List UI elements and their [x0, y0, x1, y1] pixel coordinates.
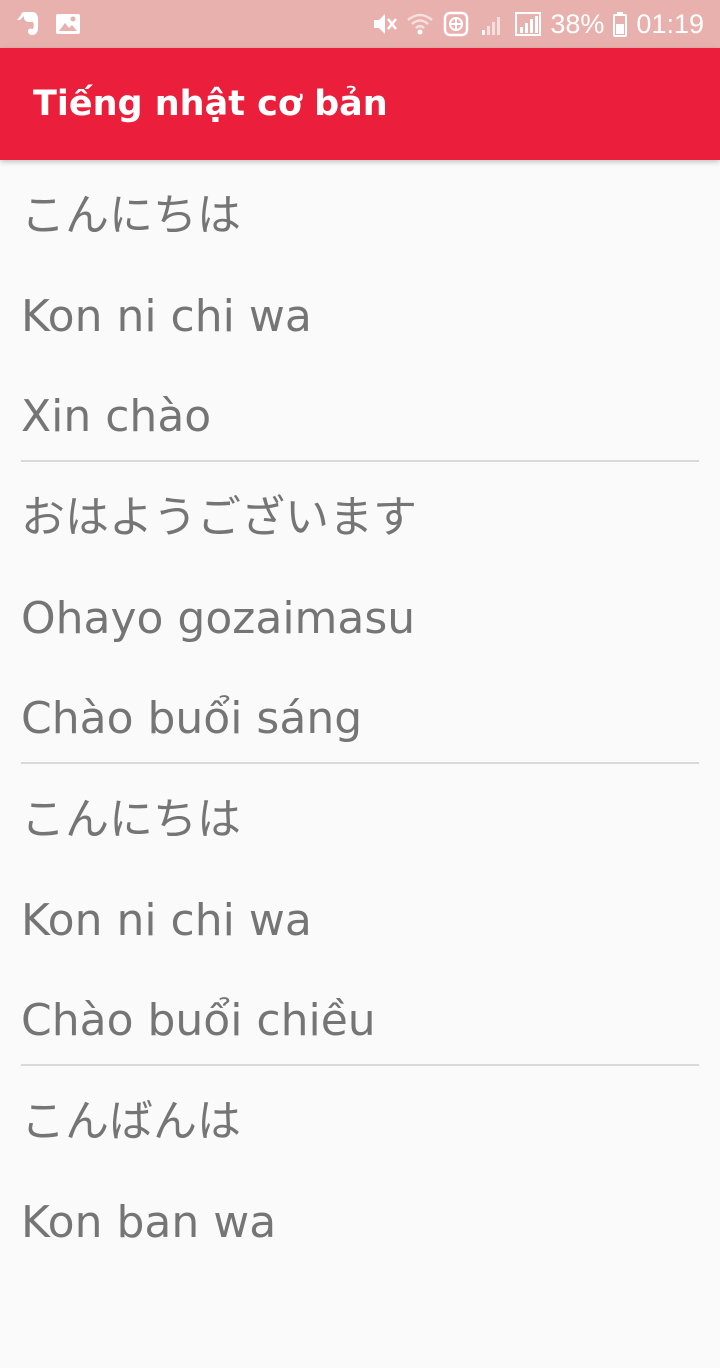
- romaji-text: Ohayo gozaimasu: [21, 593, 416, 644]
- japanese-text: こんばんは: [21, 1096, 241, 1147]
- app-title: Tiếng nhật cơ bản: [33, 84, 388, 124]
- list-item[interactable]: おはようございます Ohayo gozaimasu Chào buổi sáng: [0, 462, 720, 764]
- signal-icon: [478, 10, 506, 38]
- status-bar-right: 38% 01:19: [370, 8, 704, 40]
- list-item[interactable]: こんにちは Kon ni chi wa Xin chào: [0, 160, 720, 462]
- app-bar: Tiếng nhật cơ bản: [0, 48, 720, 160]
- battery-percent: 38%: [550, 9, 605, 39]
- status-bar: 38% 01:19: [0, 0, 720, 48]
- signal-full-icon: [514, 10, 542, 38]
- battery-icon: [612, 10, 628, 38]
- status-bar-left: [14, 10, 82, 38]
- japanese-text: おはようございます: [21, 492, 417, 543]
- image-icon: [54, 10, 82, 38]
- vietnamese-text: Xin chào: [21, 391, 212, 442]
- mute-icon: [370, 10, 398, 38]
- evernote-icon: [14, 10, 42, 38]
- list-item[interactable]: こんにちは Kon ni chi wa Chào buổi chiều: [0, 764, 720, 1066]
- romaji-text: Kon ban wa: [21, 1197, 277, 1248]
- clock: 01:19: [636, 9, 704, 39]
- list-item[interactable]: こんばんは Kon ban wa: [0, 1066, 720, 1368]
- japanese-text: こんにちは: [21, 190, 241, 241]
- vietnamese-text: Chào buổi sáng: [21, 693, 363, 744]
- vietnamese-text: Chào buổi chiều: [21, 995, 376, 1046]
- japanese-text: こんにちは: [21, 794, 241, 845]
- wifi-icon: [406, 10, 434, 38]
- romaji-text: Kon ni chi wa: [21, 895, 312, 946]
- vpn-icon: [442, 10, 470, 38]
- phrase-list[interactable]: こんにちは Kon ni chi wa Xin chào おはようございます O…: [0, 160, 720, 1368]
- romaji-text: Kon ni chi wa: [21, 291, 312, 342]
